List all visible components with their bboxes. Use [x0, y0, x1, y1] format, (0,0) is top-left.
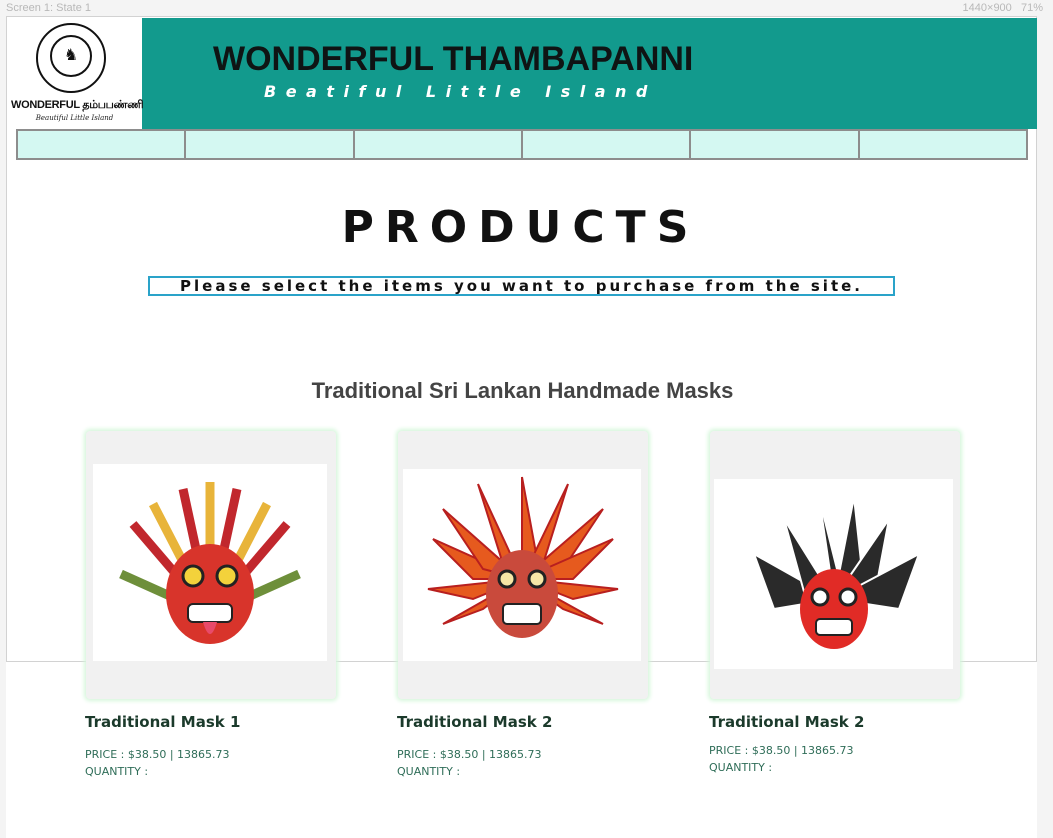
size-label: 1440×900 — [962, 2, 1012, 14]
product-quantity-label: QUANTITY : — [85, 765, 149, 778]
mask-image[interactable] — [93, 464, 327, 661]
size-zoom-label: 1440×900 71% — [963, 2, 1043, 14]
site-logo[interactable]: ♞ WONDERFUL தம்பபண்ணி Beautiful Little I… — [7, 17, 144, 130]
product-card[interactable] — [398, 431, 648, 699]
page-title: PRODUCTS — [341, 202, 700, 253]
nav-item-6[interactable] — [857, 129, 1028, 160]
instruction-box: Please select the items you want to purc… — [148, 276, 895, 296]
logo-inner-ring: ♞ — [50, 35, 92, 77]
nav-item-1[interactable] — [16, 129, 187, 160]
nav-item-3[interactable] — [352, 129, 523, 160]
logo-tagline: Beautiful Little Island — [35, 114, 114, 122]
logo-emblem-icon: ♞ — [36, 23, 106, 93]
logo-wordmark: WONDERFUL தம்பபண்ணி — [11, 99, 144, 111]
mask-image[interactable] — [714, 479, 953, 669]
main-nav — [16, 129, 1028, 160]
product-price: PRICE : $38.50 | 13865.73 — [709, 744, 854, 757]
screen-label: Screen 1: State 1 — [6, 2, 91, 14]
lion-icon: ♞ — [63, 47, 79, 64]
product-quantity-label: QUANTITY : — [397, 765, 461, 778]
product-price: PRICE : $38.50 | 13865.73 — [397, 748, 542, 761]
product-name: Traditional Mask 2 — [709, 713, 865, 731]
zoom-label: 71% — [1020, 2, 1043, 14]
product-quantity-label: QUANTITY : — [709, 761, 773, 774]
product-name: Traditional Mask 2 — [397, 713, 553, 731]
mask-image[interactable] — [403, 469, 641, 661]
mask-icon — [427, 476, 619, 638]
product-name: Traditional Mask 1 — [85, 713, 241, 731]
nav-item-5[interactable] — [689, 129, 860, 160]
nav-item-4[interactable] — [520, 129, 692, 160]
product-card[interactable] — [86, 431, 336, 699]
nav-item-2[interactable] — [184, 129, 355, 160]
section-title: Traditional Sri Lankan Handmade Masks — [311, 378, 734, 403]
site-subtitle: Beatiful Little Island — [264, 82, 657, 101]
mask-icon — [752, 496, 921, 649]
site-title: WONDERFUL THAMBAPANNI — [213, 40, 694, 78]
editor-topbar: Screen 1: State 1 1440×900 71% — [0, 0, 1053, 16]
mask-icon — [119, 482, 301, 644]
product-card[interactable] — [710, 431, 960, 699]
product-price: PRICE : $38.50 | 13865.73 — [85, 748, 230, 761]
